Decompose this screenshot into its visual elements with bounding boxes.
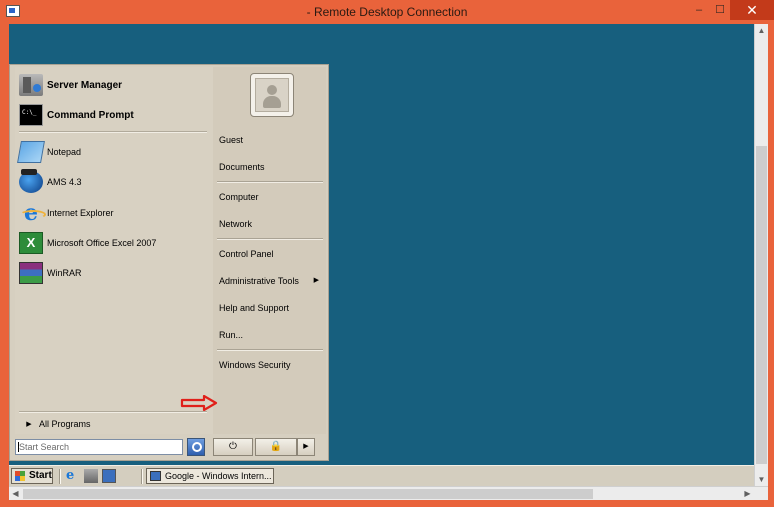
menu-item-label: Server Manager	[47, 79, 123, 91]
start-menu: Server Manager Command Prompt Notepad AM…	[9, 64, 329, 461]
excel-icon: X	[19, 232, 43, 254]
menu-item-guest[interactable]: Guest	[219, 131, 323, 149]
taskbar: Start e Google - Windows Intern...	[9, 465, 754, 486]
menu-item-run[interactable]: Run...	[219, 326, 323, 344]
vertical-scrollbar[interactable]: ▲ ▼	[754, 24, 768, 486]
show-desktop-icon[interactable]	[102, 469, 116, 483]
all-programs-label: All Programs	[39, 419, 91, 429]
menu-item-ams[interactable]: AMS 4.3	[19, 169, 82, 194]
menu-item-label: Internet Explorer	[47, 208, 114, 218]
server-manager-quicklaunch-icon[interactable]	[84, 469, 98, 483]
start-button[interactable]: Start	[11, 468, 53, 484]
menu-item-label: WinRAR	[47, 268, 82, 278]
menu-item-label: AMS 4.3	[47, 177, 82, 187]
remote-desktop-window: - Remote Desktop Connection – ☐ ✕ Server…	[0, 0, 774, 507]
start-menu-bottom-bar: Start Search ⏻ 🔒 ▶	[15, 436, 325, 458]
search-icon[interactable]	[187, 438, 205, 456]
scroll-up-icon[interactable]: ▲	[755, 24, 768, 37]
all-programs-item[interactable]: ▶ All Programs	[19, 415, 91, 433]
menu-item-server-manager[interactable]: Server Manager	[19, 73, 122, 97]
lock-button[interactable]: 🔒	[255, 438, 297, 456]
menu-divider	[19, 411, 207, 413]
menu-divider	[217, 238, 323, 240]
menu-item-label: Command Prompt	[47, 109, 134, 121]
window-title: - Remote Desktop Connection	[306, 5, 468, 19]
remote-desktop[interactable]: Server Manager Command Prompt Notepad AM…	[9, 24, 754, 486]
scroll-right-icon[interactable]: ▶	[741, 487, 754, 500]
ams-icon	[19, 169, 43, 193]
chevron-right-icon: ▶	[26, 421, 32, 428]
start-menu-programs-pane: Server Manager Command Prompt Notepad AM…	[15, 67, 214, 434]
start-menu-places-pane: Guest Documents Computer Network Control…	[213, 67, 326, 434]
red-arrow-annotation-icon	[180, 395, 218, 411]
menu-divider	[217, 181, 323, 183]
minimize-button[interactable]: –	[690, 3, 708, 18]
taskbar-divider	[59, 469, 61, 484]
menu-item-command-prompt[interactable]: Command Prompt	[19, 103, 134, 127]
horizontal-scrollbar[interactable]: ◀ ▶	[9, 486, 768, 500]
menu-item-excel[interactable]: X Microsoft Office Excel 2007	[19, 231, 156, 255]
power-button[interactable]: ⏻	[213, 438, 253, 456]
winrar-icon	[19, 262, 43, 284]
server-manager-icon	[19, 74, 43, 96]
menu-divider	[19, 131, 207, 133]
title-bar: - Remote Desktop Connection – ☐ ✕	[0, 0, 774, 24]
menu-item-control-panel[interactable]: Control Panel	[219, 245, 323, 263]
taskbar-divider	[141, 469, 143, 484]
menu-item-internet-explorer[interactable]: e Internet Explorer	[19, 201, 114, 225]
internet-explorer-quicklaunch-icon[interactable]: e	[66, 469, 80, 483]
restore-button[interactable]: ☐	[711, 3, 729, 18]
command-prompt-icon	[19, 104, 43, 126]
menu-item-label: Administrative Tools	[219, 276, 299, 286]
menu-item-winrar[interactable]: WinRAR	[19, 261, 82, 285]
start-search-input[interactable]: Start Search	[15, 439, 183, 455]
menu-divider	[217, 349, 323, 351]
menu-item-label: Microsoft Office Excel 2007	[47, 238, 157, 248]
menu-item-network[interactable]: Network	[219, 215, 323, 233]
taskbar-window-button[interactable]: Google - Windows Intern...	[146, 468, 274, 484]
menu-item-notepad[interactable]: Notepad	[17, 140, 82, 164]
menu-item-label: Notepad	[47, 147, 82, 157]
menu-item-computer[interactable]: Computer	[219, 188, 323, 206]
submenu-arrow-icon: ▶	[313, 277, 319, 284]
menu-item-documents[interactable]: Documents	[219, 158, 323, 176]
scroll-down-icon[interactable]: ▼	[755, 473, 768, 486]
internet-explorer-icon: e	[19, 202, 46, 224]
menu-item-help-and-support[interactable]: Help and Support	[219, 299, 323, 317]
horizontal-scroll-thumb[interactable]	[23, 489, 593, 499]
power-options-arrow-button[interactable]: ▶	[297, 438, 315, 456]
menu-item-windows-security[interactable]: Windows Security	[219, 356, 323, 374]
scroll-left-icon[interactable]: ◀	[9, 487, 22, 500]
user-avatar-icon	[255, 78, 289, 112]
user-picture[interactable]	[250, 73, 294, 117]
menu-item-administrative-tools[interactable]: Administrative Tools ▶	[219, 272, 323, 290]
notepad-icon	[17, 141, 45, 163]
vertical-scroll-thumb[interactable]	[756, 146, 767, 464]
close-button[interactable]: ✕	[730, 0, 774, 20]
